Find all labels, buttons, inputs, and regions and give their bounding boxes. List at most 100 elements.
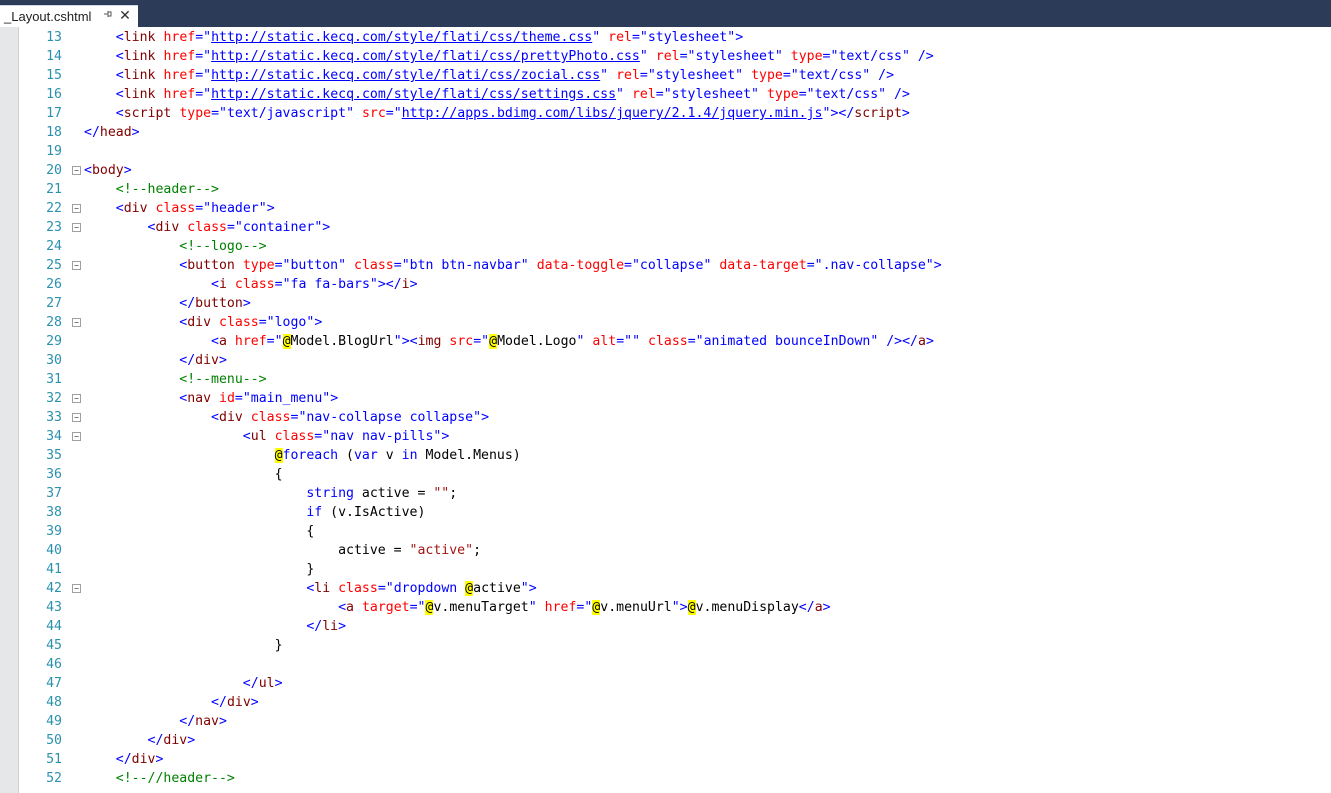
code-line[interactable]: 20 − <body> xyxy=(18,161,1331,180)
tag-name: li xyxy=(322,619,339,634)
line-number: 17 xyxy=(46,106,62,121)
line-number: 26 xyxy=(46,277,62,292)
code-line-text: <a target="@v.menuTarget" href="@v.menuU… xyxy=(84,598,831,617)
code-line[interactable]: 47 </ul> xyxy=(18,674,1331,693)
code-line[interactable]: 40 active = "active"; xyxy=(18,541,1331,560)
code-text: } xyxy=(274,638,283,653)
collapse-toggle-icon[interactable]: − xyxy=(72,166,81,175)
url-link[interactable]: http://static.kecq.com/style/flati/css/z… xyxy=(211,68,600,83)
line-number: 46 xyxy=(46,657,62,672)
code-line[interactable]: 31 <!--menu--> xyxy=(18,370,1331,389)
code-line[interactable]: 41 } xyxy=(18,560,1331,579)
url-link[interactable]: http://apps.bdimg.com/libs/jquery/2.1.4/… xyxy=(402,106,823,121)
collapse-toggle-icon[interactable]: − xyxy=(72,413,81,422)
punctuation: /> xyxy=(878,68,895,83)
code-line[interactable]: 13 <link href="http://static.kecq.com/st… xyxy=(18,28,1331,47)
code-line[interactable]: 34 − <ul class="nav nav-pills"> xyxy=(18,427,1331,446)
punctuation: = xyxy=(393,258,402,273)
pin-icon[interactable] xyxy=(102,9,114,23)
code-editor[interactable]: 13 <link href="http://static.kecq.com/st… xyxy=(0,27,1331,793)
code-line-text: <ul class="nav nav-pills"> xyxy=(84,427,450,446)
code-line[interactable]: 29 <a href="@Model.BlogUrl"><img src="@M… xyxy=(18,332,1331,351)
close-icon[interactable]: ✕ xyxy=(118,8,132,24)
code-line[interactable]: 50 </div> xyxy=(18,731,1331,750)
collapse-toggle-icon[interactable]: − xyxy=(72,261,81,270)
tag-name: div xyxy=(219,410,243,425)
line-number: 48 xyxy=(46,695,62,710)
code-line[interactable]: 26 <i class="fa fa-bars"></i> xyxy=(18,275,1331,294)
attribute-name: src xyxy=(449,334,474,349)
code-line[interactable]: 17 <script type="text/javascript" src="h… xyxy=(18,104,1331,123)
code-line[interactable]: 35 @foreach (var v in Model.Menus) xyxy=(18,446,1331,465)
code-line[interactable]: 21 <!--header--> xyxy=(18,180,1331,199)
code-line[interactable]: 19 xyxy=(18,142,1331,161)
punctuation: /> xyxy=(917,49,934,64)
code-line[interactable]: 22 − <div class="header"> xyxy=(18,199,1331,218)
line-number: 29 xyxy=(46,334,62,349)
collapse-toggle-icon[interactable]: − xyxy=(72,432,81,441)
collapse-toggle-icon[interactable]: − xyxy=(72,204,81,213)
line-number: 42 xyxy=(46,581,62,596)
code-line[interactable]: 24 <!--logo--> xyxy=(18,237,1331,256)
punctuation: = xyxy=(679,49,688,64)
code-line[interactable]: 33 − <div class="nav-collapse collapse"> xyxy=(18,408,1331,427)
punctuation: > xyxy=(735,30,744,45)
punctuation: </ xyxy=(84,125,100,140)
code-line[interactable]: 30 </div> xyxy=(18,351,1331,370)
attribute-name: type xyxy=(179,106,212,121)
url-link[interactable]: http://static.kecq.com/style/flati/css/p… xyxy=(211,49,640,64)
url-link[interactable]: http://static.kecq.com/style/flati/css/t… xyxy=(211,30,592,45)
url-link[interactable]: http://static.kecq.com/style/flati/css/s… xyxy=(211,87,616,102)
code-line[interactable]: 27 </button> xyxy=(18,294,1331,313)
punctuation: </ xyxy=(211,695,227,710)
code-line[interactable]: 43 <a target="@v.menuTarget" href="@v.me… xyxy=(18,598,1331,617)
code-line[interactable]: 36 { xyxy=(18,465,1331,484)
code-line[interactable]: 44 </li> xyxy=(18,617,1331,636)
attribute-name: class xyxy=(338,581,378,596)
code-line[interactable]: 15 <link href="http://static.kecq.com/st… xyxy=(18,66,1331,85)
code-line[interactable]: 38 if (v.IsActive) xyxy=(18,503,1331,522)
collapse-toggle-icon[interactable]: − xyxy=(72,394,81,403)
collapse-toggle-icon[interactable]: − xyxy=(72,584,81,593)
code-line[interactable]: 32 − <nav id="main_menu"> xyxy=(18,389,1331,408)
code-line[interactable]: 16 <link href="http://static.kecq.com/st… xyxy=(18,85,1331,104)
code-line[interactable]: 14 <link href="http://static.kecq.com/st… xyxy=(18,47,1331,66)
document-tab[interactable]: _Layout.cshtml ✕ xyxy=(0,5,138,27)
code-line[interactable]: 52 <!--//header--> xyxy=(18,769,1331,788)
code-line[interactable]: 48 </div> xyxy=(18,693,1331,712)
keyword: in xyxy=(401,448,418,463)
attribute-name: class xyxy=(250,410,291,425)
code-line[interactable]: 37 string active = ""; xyxy=(18,484,1331,503)
code-line[interactable]: 45 } xyxy=(18,636,1331,655)
tag-name: button xyxy=(195,296,243,311)
tag-name: script xyxy=(854,106,902,121)
code-line[interactable]: 49 </nav> xyxy=(18,712,1331,731)
code-line[interactable]: 46 xyxy=(18,655,1331,674)
code-line[interactable]: 51 </div> xyxy=(18,750,1331,769)
code-line[interactable]: 28 − <div class="logo"> xyxy=(18,313,1331,332)
code-line[interactable]: 25 − <button type="button" class="btn btn… xyxy=(18,256,1331,275)
collapse-toggle-icon[interactable]: − xyxy=(72,223,81,232)
punctuation: > xyxy=(131,125,140,140)
indicator-margin xyxy=(0,27,19,793)
punctuation: = xyxy=(806,258,815,273)
attribute-name: data-target xyxy=(719,258,807,273)
attribute-value: " xyxy=(592,30,601,45)
code-line[interactable]: 42− <li class="dropdown @active"> xyxy=(18,579,1331,598)
line-number: 44 xyxy=(46,619,62,634)
code-line[interactable]: 18 </head> xyxy=(18,123,1331,142)
punctuation: > xyxy=(322,220,331,235)
collapse-toggle-icon[interactable]: − xyxy=(72,318,81,327)
code-line[interactable]: 23 − <div class="container"> xyxy=(18,218,1331,237)
tag-name: button xyxy=(187,258,235,273)
code-text: active xyxy=(473,581,521,596)
line-number: 14 xyxy=(46,49,62,64)
code-line[interactable]: 39 { xyxy=(18,522,1331,541)
attribute-value: " xyxy=(203,49,212,64)
